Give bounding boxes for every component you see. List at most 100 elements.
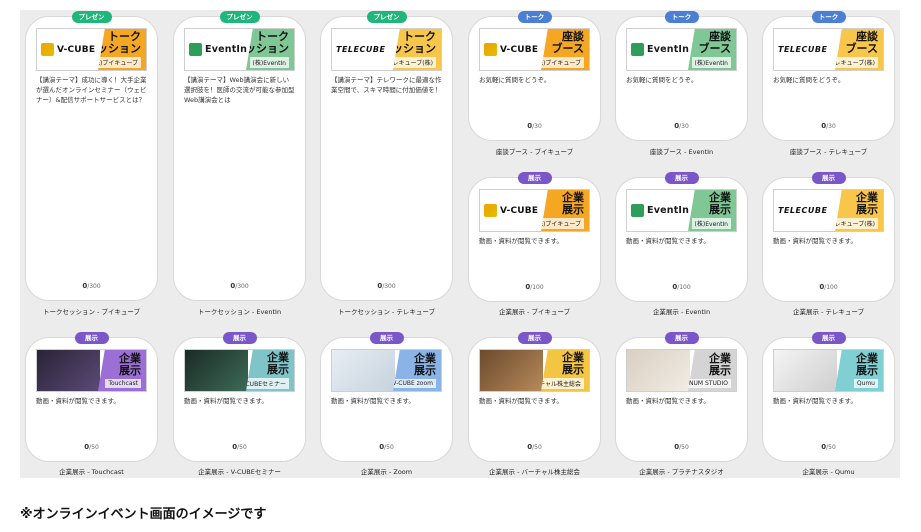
- booth-card-exhibit-virtual-agm[interactable]: 展示 企業 展示 バーチャル株主総会 動画・資料が閲覧できます。 0/50: [468, 332, 601, 462]
- booth-photo: [332, 350, 396, 391]
- banner-title: 企業 展示: [709, 191, 731, 216]
- booth-photo: [185, 350, 249, 391]
- booth-description: 【講演テーマ】成功に導く！大手企業が選んだオンラインセミナー（ウェビナー）&配信…: [36, 76, 147, 104]
- category-badge: 展示: [811, 172, 846, 184]
- booth-card-discussion-eventin[interactable]: トーク EventIn 座談 ブース (株)EventIn お気軽に質問をどうぞ。…: [615, 11, 748, 141]
- banner-company: (株)EventIn: [691, 218, 731, 229]
- booth-banner: 企業 展示 Qumu: [773, 349, 884, 392]
- booth-banner: TELECUBE 座談 ブース テレキューブ(株): [773, 28, 884, 71]
- attendee-count: 0/300: [230, 282, 249, 290]
- booth-card-exhibit-telecube[interactable]: 展示 TELECUBE 企業 展示 テレキューブ(株) 動画・資料が閲覧できます。…: [762, 172, 895, 302]
- booth-card-talk-session-eventin[interactable]: プレゼン EventIn トーク セッション (株)EventIn 【講演テーマ】…: [173, 11, 306, 301]
- booth-banner: EventIn 座談 ブース (株)EventIn: [626, 28, 737, 71]
- banner-logo: V-CUBE: [500, 205, 539, 216]
- attendee-count: 0/100: [819, 283, 838, 291]
- booth-caption[interactable]: トークセッション - ブイキューブ: [25, 306, 158, 316]
- banner-title: 企業 展示: [119, 352, 141, 377]
- booth-caption[interactable]: 企業展示 - V-CUBEセミナー: [173, 466, 306, 476]
- vcube-logo-icon: [484, 204, 497, 217]
- booth-banner: TELECUBE 企業 展示 テレキューブ(株): [773, 189, 884, 232]
- booth-banner: 企業 展示 V-CUBE zoom: [331, 349, 442, 392]
- booth-caption[interactable]: 企業展示 - EventIn: [615, 306, 748, 316]
- attendee-count: 0/100: [525, 283, 544, 291]
- banner-title: 企業 展示: [562, 191, 584, 216]
- category-badge: 展示: [517, 172, 552, 184]
- booth-card-discussion-telecube[interactable]: トーク TELECUBE 座談 ブース テレキューブ(株) お気軽に質問をどうぞ。…: [762, 11, 895, 141]
- booth-photo: [627, 350, 691, 391]
- attendee-count: 0/50: [379, 443, 394, 451]
- banner-logo: TELECUBE: [778, 206, 828, 215]
- category-badge: プレゼン: [71, 11, 112, 23]
- booth-caption[interactable]: トークセッション - EventIn: [173, 306, 306, 316]
- banner-title: 座談 ブース: [551, 30, 584, 55]
- booth-banner: EventIn トーク セッション (株)EventIn: [184, 28, 295, 71]
- category-badge: トーク: [517, 11, 552, 23]
- category-badge: トーク: [664, 11, 699, 23]
- banner-company: (株)EventIn: [691, 57, 731, 68]
- booth-card-discussion-vcube[interactable]: トーク V-CUBE 座談 ブース (株)ブイキューブ お気軽に質問をどうぞ。 0…: [468, 11, 601, 141]
- booth-banner: V-CUBE 企業 展示 (株)ブイキューブ: [479, 189, 590, 232]
- booth-description: 動画・資料が閲覧できます。: [479, 237, 563, 245]
- attendee-count: 0/50: [821, 443, 836, 451]
- attendee-count: 0/30: [821, 122, 836, 130]
- booth-description: 【講演テーマ】テレワークに最適な作業空間で、スキマ時間に付加価値を！: [331, 76, 442, 94]
- category-badge: 展示: [664, 332, 699, 344]
- booth-card-exhibit-touchcast[interactable]: 展示 企業 展示 Touchcast 動画・資料が閲覧できます。 0/50: [25, 332, 158, 462]
- booth-banner: 企業 展示 V-CUBEセミナー: [184, 349, 295, 392]
- booth-description: 動画・資料が閲覧できます。: [36, 397, 120, 405]
- eventin-logo-icon: [631, 204, 644, 217]
- booth-card-exhibit-eventin[interactable]: 展示 EventIn 企業 展示 (株)EventIn 動画・資料が閲覧できます。…: [615, 172, 748, 302]
- booth-card-exhibit-vcube[interactable]: 展示 V-CUBE 企業 展示 (株)ブイキューブ 動画・資料が閲覧できます。 0…: [468, 172, 601, 302]
- vcube-logo-icon: [484, 43, 497, 56]
- banner-company: Qumu: [853, 379, 878, 388]
- booth-caption[interactable]: 企業展示 - Zoom: [320, 466, 453, 476]
- booth-caption[interactable]: トークセッション - テレキューブ: [320, 306, 453, 316]
- attendee-count: 0/50: [84, 443, 99, 451]
- attendee-count: 0/300: [377, 282, 396, 290]
- banner-logo: EventIn: [647, 44, 690, 55]
- banner-company: (株)EventIn: [249, 57, 289, 68]
- attendee-count: 0/50: [232, 443, 247, 451]
- banner-title: 企業 展示: [856, 352, 878, 377]
- booth-description: 動画・資料が閲覧できます。: [331, 397, 415, 405]
- booth-caption[interactable]: 座談ブース - ブイキューブ: [468, 146, 601, 156]
- booth-card-exhibit-qumu[interactable]: 展示 企業 展示 Qumu 動画・資料が閲覧できます。 0/50: [762, 332, 895, 462]
- booth-caption[interactable]: 座談ブース - テレキューブ: [762, 146, 895, 156]
- banner-logo: V-CUBE: [500, 44, 539, 55]
- booth-description: お気軽に質問をどうぞ。: [479, 76, 551, 84]
- booth-photo: [37, 350, 101, 391]
- category-badge: トーク: [811, 11, 846, 23]
- attendee-count: 0/300: [82, 282, 101, 290]
- booth-description: 動画・資料が閲覧できます。: [184, 397, 268, 405]
- category-badge: 展示: [517, 332, 552, 344]
- booth-card-exhibit-zoom[interactable]: 展示 企業 展示 V-CUBE zoom 動画・資料が閲覧できます。 0/50: [320, 332, 453, 462]
- category-badge: 展示: [74, 332, 109, 344]
- booth-caption[interactable]: 企業展示 - バーチャル株主総会: [468, 466, 601, 476]
- event-lobby-board: プレゼン V-CUBE トーク セッション (株)ブイキューブ 【講演テーマ】成功…: [20, 10, 900, 478]
- banner-company: V-CUBE zoom: [393, 379, 436, 388]
- booth-caption[interactable]: 企業展示 - Touchcast: [25, 466, 158, 476]
- booth-card-talk-session-vcube[interactable]: プレゼン V-CUBE トーク セッション (株)ブイキューブ 【講演テーマ】成功…: [25, 11, 158, 301]
- footnote: ※オンラインイベント画面のイメージです: [20, 507, 267, 522]
- booth-caption[interactable]: 企業展示 - ブイキューブ: [468, 306, 601, 316]
- booth-banner: V-CUBE 座談 ブース (株)ブイキューブ: [479, 28, 590, 71]
- booth-caption[interactable]: 企業展示 - テレキューブ: [762, 306, 895, 316]
- booth-description: 動画・資料が閲覧できます。: [773, 237, 857, 245]
- booth-caption[interactable]: 企業展示 - プラチナスタジオ: [615, 466, 748, 476]
- booth-caption[interactable]: 企業展示 - Qumu: [762, 466, 895, 476]
- booth-caption[interactable]: 座談ブース - EventIn: [615, 146, 748, 156]
- booth-description: 動画・資料が閲覧できます。: [626, 397, 710, 405]
- booth-card-exhibit-platinum-studio[interactable]: 展示 企業 展示 PLATINUM STUDIO 動画・資料が閲覧できます。 0/…: [615, 332, 748, 462]
- booth-description: お気軽に質問をどうぞ。: [773, 76, 845, 84]
- vcube-logo-icon: [41, 43, 54, 56]
- booth-banner: 企業 展示 バーチャル株主総会: [479, 349, 590, 392]
- booth-card-exhibit-vcube-seminar[interactable]: 展示 企業 展示 V-CUBEセミナー 動画・資料が閲覧できます。 0/50: [173, 332, 306, 462]
- banner-title: 企業 展示: [267, 351, 289, 376]
- category-badge: 展示: [369, 332, 404, 344]
- banner-logo: TELECUBE: [778, 45, 828, 54]
- banner-company: Touchcast: [105, 379, 141, 388]
- category-badge: プレゼン: [219, 11, 260, 23]
- attendee-count: 0/100: [672, 283, 691, 291]
- booth-card-talk-session-telecube[interactable]: プレゼン TELECUBE トーク セッション テレキューブ(株) 【講演テーマ】…: [320, 11, 453, 301]
- booth-photo: [480, 350, 544, 391]
